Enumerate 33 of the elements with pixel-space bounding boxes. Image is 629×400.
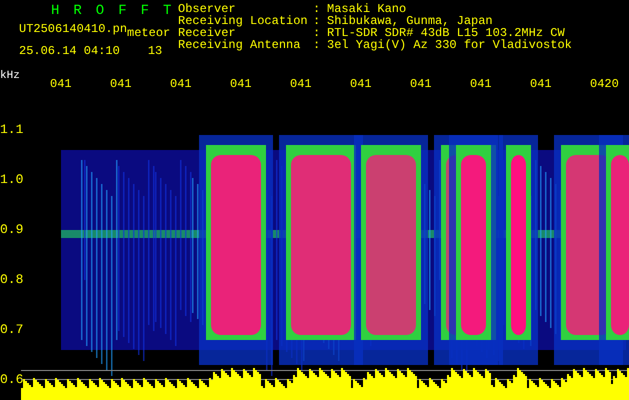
frequency-label: 1.0 — [0, 172, 24, 187]
info-label: Receiving Location — [178, 15, 309, 27]
info-separator: : — [313, 27, 322, 39]
time-label: 041 — [110, 78, 133, 90]
time-label: 041 — [290, 78, 313, 90]
info-label: Receiver — [178, 27, 236, 39]
info-separator: : — [313, 3, 322, 15]
frequency-label: 1.1 — [0, 122, 24, 137]
time-label: 041 — [410, 78, 433, 90]
time-label: 041 — [470, 78, 493, 90]
time-label: 041 — [50, 78, 73, 90]
frequency-label: 0.7 — [0, 322, 24, 337]
info-label: Observer — [178, 3, 236, 15]
info-value: 3el Yagi(V) Az 330 for Vladivostok — [327, 39, 572, 51]
file-name: UT2506140410.pn — [19, 23, 128, 35]
time-label: 041 — [170, 78, 193, 90]
time-label: 041 — [350, 78, 373, 90]
info-label: Receiving Antenna — [178, 39, 302, 51]
count-label: 13 — [148, 45, 162, 57]
mode-label: meteor — [127, 27, 170, 39]
info-separator: : — [313, 39, 322, 51]
frequency-label: 0.8 — [0, 272, 24, 287]
unit-label: kHz — [0, 70, 21, 82]
info-value: Masaki Kano — [327, 3, 406, 15]
info-value: Shibukawa, Gunma, Japan — [327, 15, 493, 27]
info-separator: : — [313, 15, 322, 27]
time-label: 0420 — [590, 78, 620, 90]
frequency-label: 0.6 — [0, 372, 24, 387]
frequency-label: 0.9 — [0, 222, 24, 237]
info-value: RTL-SDR SDR# 43dB L15 103.2MHz CW — [327, 27, 565, 39]
date-time: 25.06.14 04:10 — [19, 45, 120, 57]
time-label: 041 — [230, 78, 253, 90]
time-label: 041 — [530, 78, 553, 90]
